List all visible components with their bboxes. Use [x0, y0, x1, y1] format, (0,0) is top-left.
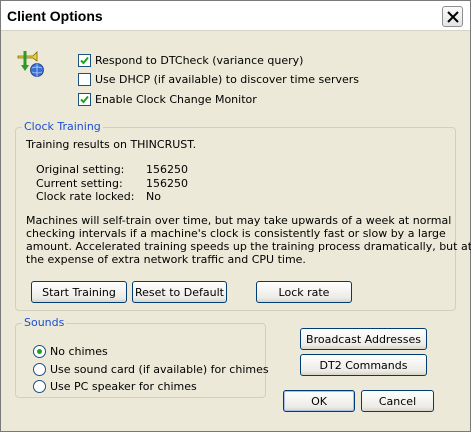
lock-rate-button[interactable]: Lock rate: [256, 281, 352, 303]
clock-change-monitor-checkbox[interactable]: [78, 92, 91, 106]
training-description-line: amount. Accelerated training speeds up t…: [26, 240, 471, 253]
no-chimes-option[interactable]: No chimes: [33, 343, 108, 359]
dt2-commands-button[interactable]: DT2 Commands: [300, 354, 427, 376]
clock-rate-locked-value: No: [146, 190, 161, 203]
checkmark-icon: [80, 56, 89, 64]
close-button[interactable]: [442, 6, 463, 27]
no-chimes-radio[interactable]: [33, 344, 46, 358]
ok-button[interactable]: OK: [283, 390, 355, 412]
sounds-title: Sounds: [22, 316, 67, 329]
training-description-line: checking intervals if a machine's clock …: [26, 227, 446, 240]
training-description-line: the expense of extra network traffic and…: [26, 253, 306, 266]
clock-training-title: Clock Training: [22, 120, 103, 133]
current-setting-value: 156250: [146, 177, 188, 190]
use-dhcp-label: Use DHCP (if available) to discover time…: [95, 72, 360, 86]
cancel-button[interactable]: Cancel: [361, 390, 434, 412]
respond-dtcheck-checkbox[interactable]: [78, 53, 91, 67]
window-title: Client Options: [7, 8, 103, 24]
checkmark-icon: [80, 95, 89, 103]
training-description-line: Machines will self-train over time, but …: [26, 214, 452, 227]
current-setting-label: Current setting:: [36, 177, 123, 190]
start-training-button[interactable]: Start Training: [31, 281, 127, 303]
title-bar: Client Options: [1, 1, 470, 31]
respond-dtcheck-option[interactable]: Respond to DTCheck (variance query): [78, 52, 303, 68]
training-results-text: Training results on THINCRUST.: [26, 138, 197, 151]
clock-rate-locked-label: Clock rate locked:: [36, 190, 135, 203]
sound-card-radio[interactable]: [33, 362, 46, 376]
clock-change-monitor-label: Enable Clock Change Monitor: [95, 92, 257, 106]
original-setting-label: Original setting:: [36, 163, 125, 176]
sound-card-label: Use sound card (if available) for chimes: [50, 362, 269, 376]
use-dhcp-option[interactable]: Use DHCP (if available) to discover time…: [78, 71, 359, 87]
respond-dtcheck-label: Respond to DTCheck (variance query): [95, 53, 304, 67]
no-chimes-label: No chimes: [50, 344, 108, 358]
pc-speaker-option[interactable]: Use PC speaker for chimes: [33, 378, 197, 394]
pc-speaker-label: Use PC speaker for chimes: [50, 379, 197, 393]
clock-change-monitor-option[interactable]: Enable Clock Change Monitor: [78, 91, 257, 107]
pc-speaker-radio[interactable]: [33, 379, 46, 393]
use-dhcp-checkbox[interactable]: [78, 72, 91, 86]
client-options-dialog: Client Options Respond to DTCheck (varia…: [0, 0, 471, 432]
original-setting-value: 156250: [146, 163, 188, 176]
broadcast-addresses-button[interactable]: Broadcast Addresses: [300, 328, 427, 350]
close-icon: [447, 11, 459, 23]
time-sync-icon: [17, 51, 44, 77]
sound-card-option[interactable]: Use sound card (if available) for chimes: [33, 361, 269, 377]
reset-to-default-button[interactable]: Reset to Default: [132, 281, 227, 303]
